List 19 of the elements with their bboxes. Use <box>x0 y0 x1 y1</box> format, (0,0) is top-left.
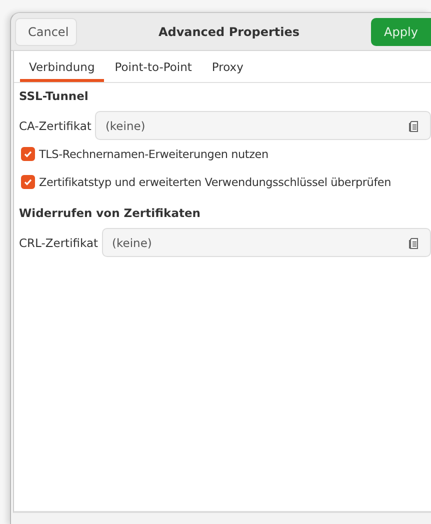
tab[interactable]: Point-to-Point <box>106 51 201 82</box>
window-title: Advanced Properties <box>158 24 300 38</box>
file-icon <box>409 236 420 248</box>
checkbox[interactable] <box>21 147 35 161</box>
checkmark-icon <box>23 149 33 159</box>
cancel-button[interactable]: Cancel <box>15 18 77 46</box>
tab[interactable]: Proxy <box>202 51 252 82</box>
field-label: CRL-Zertifikat <box>19 236 98 250</box>
file-chooser-field[interactable]: (keine) <box>102 228 431 257</box>
field-label: CA-Zertifikat <box>19 118 92 132</box>
section-title: Widerrufen von Zertifikaten <box>19 206 202 220</box>
file-chooser-field[interactable]: (keine) <box>95 111 431 140</box>
checkbox-label: TLS-Rechnernamen-Erweiterungen nutzen <box>39 148 268 160</box>
section-title: SSL-Tunnel <box>19 89 90 103</box>
checkbox-label: Zertifikatstyp und erweiterten Verwendungsschlüssel überprüfen <box>39 176 392 188</box>
checkmark-icon <box>23 177 33 187</box>
checkbox[interactable] <box>21 175 35 189</box>
file-icon <box>409 120 420 132</box>
tab[interactable]: Verbindung <box>20 51 104 82</box>
